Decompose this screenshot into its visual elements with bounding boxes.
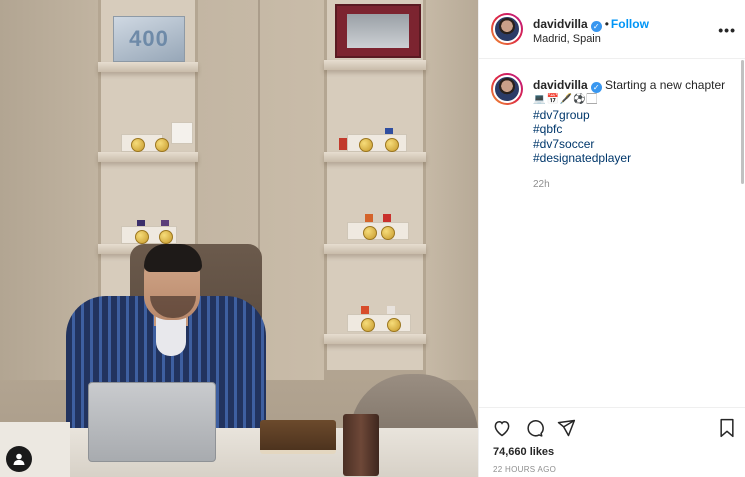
action-bar: 74,660 likes 22 HOURS AGO xyxy=(479,407,745,477)
bookmark-glyph xyxy=(720,418,734,438)
framed-memorabilia xyxy=(335,4,421,58)
laptop xyxy=(88,382,216,462)
heart-icon[interactable] xyxy=(491,417,513,439)
post-sidebar: davidvilla ✓ • Follow Madrid, Spain ••• dav… xyxy=(478,0,745,477)
heart-glyph xyxy=(494,420,510,437)
medal xyxy=(387,318,401,332)
pen-holder xyxy=(343,414,379,476)
separator-dot: • xyxy=(604,17,609,31)
comment-glyph xyxy=(527,420,544,437)
medal xyxy=(135,230,149,244)
medal xyxy=(155,138,169,152)
post-header: davidvilla ✓ • Follow Madrid, Spain ••• xyxy=(479,0,745,59)
bookmark-icon[interactable] xyxy=(716,417,738,439)
user-tag-icon[interactable] xyxy=(6,446,32,472)
shelf-board xyxy=(324,244,426,254)
caption-emojis: 💻📅🖋️⚽🏻 xyxy=(533,94,598,105)
shelf-board xyxy=(324,334,426,344)
hashtag-link[interactable]: #qbfc xyxy=(533,122,738,137)
avatar[interactable] xyxy=(491,13,523,45)
post-timestamp[interactable]: 22 HOURS AGO xyxy=(493,465,556,474)
medal-case xyxy=(347,314,411,332)
username-link[interactable]: davidvilla xyxy=(533,17,588,31)
share-icon[interactable] xyxy=(555,417,577,439)
shelf-unit-right xyxy=(324,0,426,370)
person-hair xyxy=(144,244,202,272)
verified-badge-icon: ✓ xyxy=(590,82,602,93)
share-glyph xyxy=(557,419,576,437)
medal xyxy=(385,138,399,152)
frame-picture xyxy=(347,14,409,48)
user-tag-glyph xyxy=(13,453,25,465)
hashtag-link[interactable]: #designatedplayer xyxy=(533,151,738,166)
leather-notebook xyxy=(260,420,336,454)
person-undershirt xyxy=(156,316,186,356)
trophy-400-award: 400 xyxy=(113,16,185,62)
post-photo[interactable]: 400 xyxy=(0,0,478,477)
wall-panel xyxy=(426,0,478,380)
likes-count[interactable]: 74,660 likes xyxy=(493,446,554,458)
hashtag-link[interactable]: #dv7soccer xyxy=(533,137,738,152)
shelf-board xyxy=(324,152,426,162)
more-options-icon[interactable]: ••• xyxy=(718,22,736,38)
medal xyxy=(159,230,173,244)
medal-ribbon xyxy=(339,138,347,150)
post-caption: davidvilla ✓ Starting a new chapter 💻📅🖋️⚽… xyxy=(533,78,738,192)
comments-scrollbar[interactable] xyxy=(741,60,744,184)
desk xyxy=(0,428,478,477)
caption-timestamp[interactable]: 22h xyxy=(533,178,738,193)
caption-avatar[interactable] xyxy=(491,73,523,105)
location-link[interactable]: Madrid, Spain xyxy=(533,33,601,45)
shelf-board xyxy=(324,60,426,70)
caption-text: Starting a new chapter xyxy=(605,78,726,92)
medal-case xyxy=(347,222,409,240)
shelf-board xyxy=(98,152,198,162)
avatar-image xyxy=(493,15,521,43)
hashtag-link[interactable]: #dv7group xyxy=(533,108,738,123)
header-user-line: davidvilla ✓ • Follow xyxy=(533,17,649,32)
medal-plaque xyxy=(171,122,193,144)
comment-icon[interactable] xyxy=(523,417,545,439)
medal xyxy=(361,318,375,332)
avatar-image xyxy=(493,75,521,103)
medal xyxy=(359,138,373,152)
medal xyxy=(131,138,145,152)
follow-button[interactable]: Follow xyxy=(611,17,649,31)
shelf-board xyxy=(98,62,198,72)
caption-username-link[interactable]: davidvilla xyxy=(533,78,588,92)
medal xyxy=(363,226,377,240)
verified-badge-icon: ✓ xyxy=(590,21,602,32)
medal xyxy=(381,226,395,240)
